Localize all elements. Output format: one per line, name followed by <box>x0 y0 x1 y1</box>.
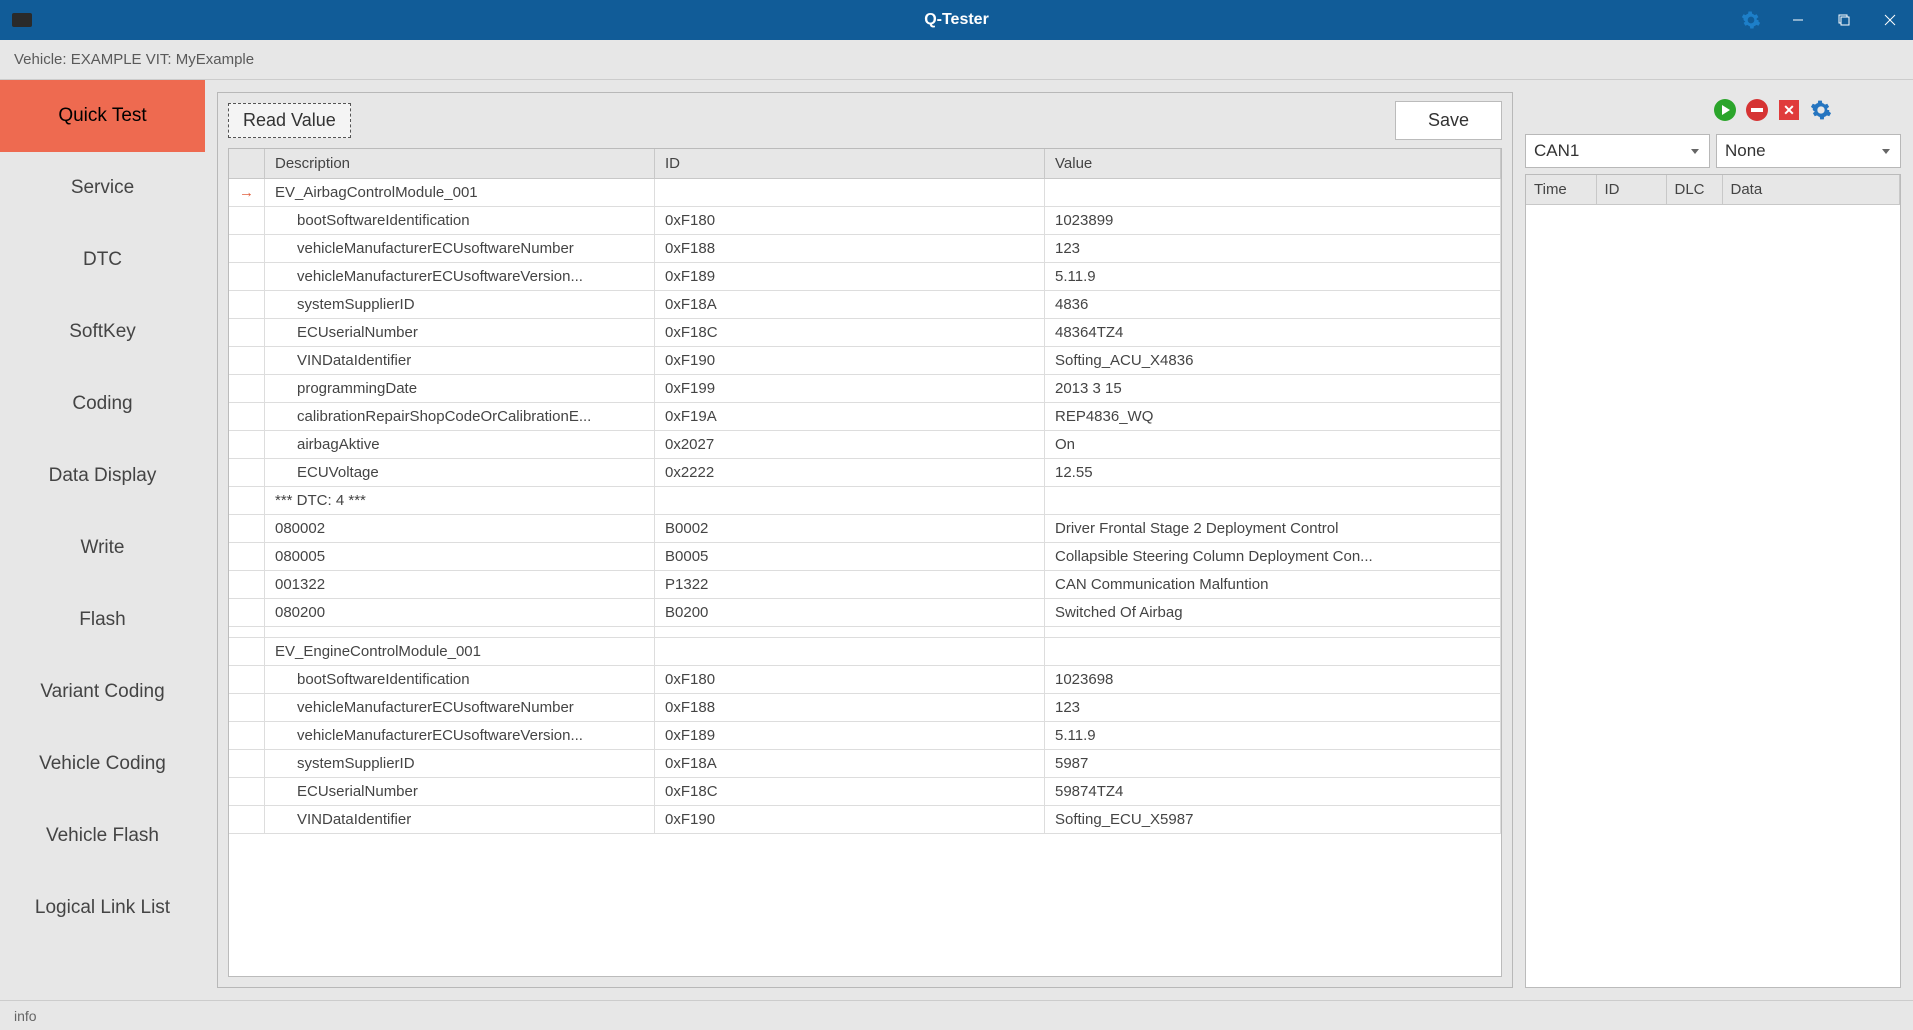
stop-button[interactable] <box>1743 96 1771 124</box>
column-description[interactable]: Description <box>265 149 655 179</box>
trace-table[interactable]: Time ID DLC Data <box>1525 174 1901 988</box>
settings-icon[interactable] <box>1727 0 1775 40</box>
column-data[interactable]: Data <box>1722 175 1900 205</box>
vehicle-info-bar: Vehicle: EXAMPLE VIT: MyExample <box>0 40 1913 80</box>
sidebar-item-flash[interactable]: Flash <box>0 584 205 656</box>
table-row[interactable]: 001322P1322CAN Communication Malfuntion <box>229 571 1501 599</box>
sidebar: Quick TestServiceDTCSoftKeyCodingData Di… <box>0 80 205 1000</box>
column-value[interactable]: Value <box>1045 149 1501 179</box>
table-row[interactable]: ECUVoltage0x222212.55 <box>229 459 1501 487</box>
sidebar-item-logical-link-list[interactable]: Logical Link List <box>0 872 205 944</box>
app-icon <box>12 13 32 27</box>
pin-button[interactable] <box>1839 96 1867 124</box>
sidebar-item-service[interactable]: Service <box>0 152 205 224</box>
sidebar-item-quick-test[interactable]: Quick Test <box>0 80 205 152</box>
table-row[interactable]: *** DTC: 4 *** <box>229 487 1501 515</box>
save-button[interactable]: Save <box>1395 101 1502 140</box>
gear-icon <box>1810 99 1832 121</box>
can-select[interactable]: CAN1 <box>1525 134 1710 168</box>
filter-select[interactable]: None <box>1716 134 1901 168</box>
table-row[interactable]: vehicleManufacturerECUsoftwareVersion...… <box>229 263 1501 291</box>
table-row[interactable]: VINDataIdentifier0xF190Softing_ECU_X5987 <box>229 806 1501 834</box>
table-row[interactable]: →EV_AirbagControlModule_001 <box>229 179 1501 207</box>
sidebar-item-vehicle-flash[interactable]: Vehicle Flash <box>0 800 205 872</box>
table-row[interactable]: programmingDate0xF1992013 3 15 <box>229 375 1501 403</box>
minimize-button[interactable] <box>1775 0 1821 40</box>
delete-button[interactable]: ✕ <box>1775 96 1803 124</box>
table-row[interactable]: ECUserialNumber0xF18C48364TZ4 <box>229 319 1501 347</box>
close-icon <box>1871 96 1899 124</box>
table-row[interactable]: airbagAktive0x2027On <box>229 431 1501 459</box>
table-row[interactable]: calibrationRepairShopCodeOrCalibrationE.… <box>229 403 1501 431</box>
play-button[interactable] <box>1711 96 1739 124</box>
sidebar-item-vehicle-coding[interactable]: Vehicle Coding <box>0 728 205 800</box>
table-row[interactable]: systemSupplierID0xF18A4836 <box>229 291 1501 319</box>
column-dlc[interactable]: DLC <box>1666 175 1722 205</box>
pin-icon <box>1839 96 1867 124</box>
delete-icon: ✕ <box>1779 100 1799 120</box>
status-text: info <box>14 1008 37 1024</box>
close-panel-button[interactable] <box>1871 96 1899 124</box>
statusbar: info <box>0 1000 1913 1030</box>
table-row[interactable] <box>229 627 1501 638</box>
table-row[interactable]: ECUserialNumber0xF18C59874TZ4 <box>229 778 1501 806</box>
maximize-button[interactable] <box>1821 0 1867 40</box>
table-row[interactable]: 080200B0200Switched Of Airbag <box>229 599 1501 627</box>
table-row[interactable]: EV_EngineControlModule_001 <box>229 638 1501 666</box>
column-trace-id[interactable]: ID <box>1596 175 1666 205</box>
stop-icon <box>1746 99 1768 121</box>
configure-button[interactable] <box>1807 96 1835 124</box>
close-button[interactable] <box>1867 0 1913 40</box>
table-row[interactable]: 080005B0005Collapsible Steering Column D… <box>229 543 1501 571</box>
right-toolbar: ✕ <box>1525 92 1901 134</box>
data-grid[interactable]: Description ID Value →EV_AirbagControlMo… <box>229 149 1501 976</box>
titlebar: Q-Tester <box>0 0 1913 40</box>
sidebar-item-write[interactable]: Write <box>0 512 205 584</box>
sidebar-item-softkey[interactable]: SoftKey <box>0 296 205 368</box>
sidebar-item-coding[interactable]: Coding <box>0 368 205 440</box>
column-id[interactable]: ID <box>655 149 1045 179</box>
table-row[interactable]: systemSupplierID0xF18A5987 <box>229 750 1501 778</box>
table-row[interactable]: vehicleManufacturerECUsoftwareNumber0xF1… <box>229 235 1501 263</box>
table-row[interactable]: vehicleManufacturerECUsoftwareNumber0xF1… <box>229 694 1501 722</box>
sidebar-item-data-display[interactable]: Data Display <box>0 440 205 512</box>
read-value-button[interactable]: Read Value <box>228 103 351 138</box>
table-row[interactable]: bootSoftwareIdentification0xF1801023698 <box>229 666 1501 694</box>
column-time[interactable]: Time <box>1526 175 1596 205</box>
table-row[interactable]: vehicleManufacturerECUsoftwareVersion...… <box>229 722 1501 750</box>
sidebar-item-dtc[interactable]: DTC <box>0 224 205 296</box>
sidebar-item-variant-coding[interactable]: Variant Coding <box>0 656 205 728</box>
table-row[interactable]: bootSoftwareIdentification0xF1801023899 <box>229 207 1501 235</box>
play-icon <box>1714 99 1736 121</box>
app-title: Q-Tester <box>924 11 989 29</box>
table-row[interactable]: 080002B0002Driver Frontal Stage 2 Deploy… <box>229 515 1501 543</box>
table-row[interactable]: VINDataIdentifier0xF190Softing_ACU_X4836 <box>229 347 1501 375</box>
main-panel: Read Value Save Description ID Value →EV… <box>217 92 1513 988</box>
